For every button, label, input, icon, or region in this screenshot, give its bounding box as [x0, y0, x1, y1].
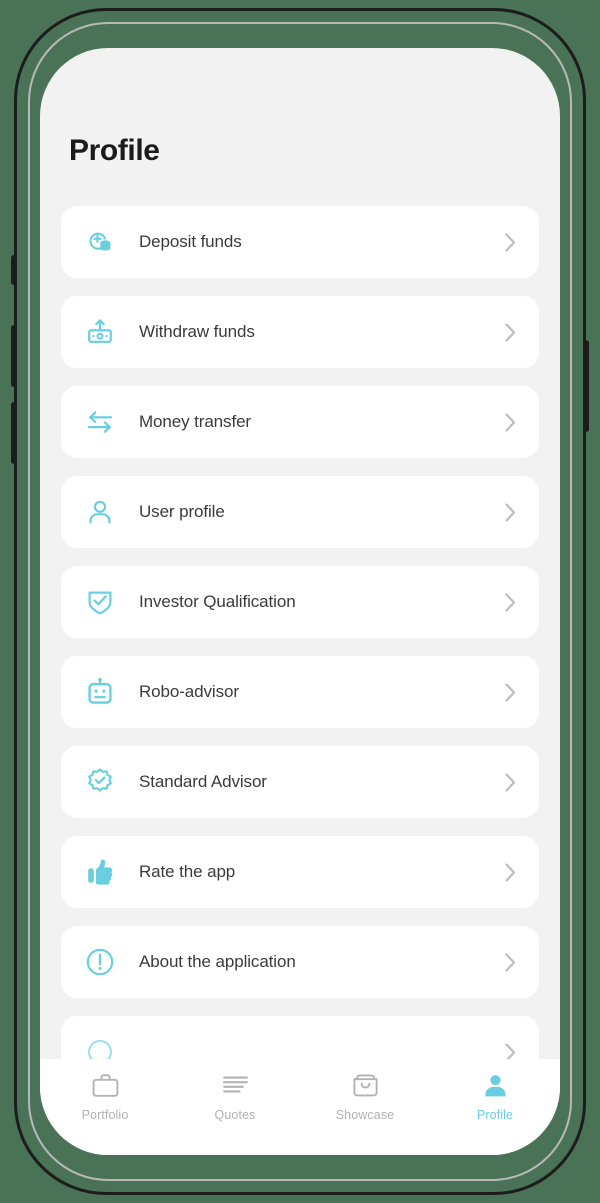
menu-item-deposit-funds[interactable]: Deposit funds: [61, 206, 539, 278]
tab-quotes[interactable]: Quotes: [170, 1071, 300, 1122]
menu-item-investor-qualification[interactable]: Investor Qualification: [61, 566, 539, 638]
menu-item-label: Deposit funds: [139, 232, 242, 251]
chevron-right-icon: [503, 231, 517, 253]
shield-check-icon: [85, 587, 115, 617]
menu-item-money-transfer[interactable]: Money transfer: [61, 386, 539, 458]
robot-icon: [85, 677, 115, 707]
chevron-right-icon: [503, 501, 517, 523]
page-title: Profile: [69, 134, 160, 167]
info-circle-icon: [85, 947, 115, 977]
volume-up-button[interactable]: [11, 325, 17, 387]
tab-label: Profile: [476, 1108, 514, 1122]
tab-showcase[interactable]: Showcase: [300, 1071, 430, 1122]
chevron-right-icon: [503, 681, 517, 703]
tab-profile[interactable]: Profile: [430, 1071, 560, 1122]
verified-badge-icon: [85, 767, 115, 797]
user-profile-icon: [85, 497, 115, 527]
menu-item-rate-the-app[interactable]: Rate the app: [61, 836, 539, 908]
profile-menu-list[interactable]: Deposit funds Withdraw funds Money trans…: [40, 206, 560, 1155]
volume-down-button[interactable]: [11, 402, 17, 464]
menu-item-label: Money transfer: [139, 412, 251, 431]
menu-item-label: About the application: [139, 952, 296, 971]
chevron-right-icon: [503, 951, 517, 973]
chevron-right-icon: [503, 591, 517, 613]
menu-item-user-profile[interactable]: User profile: [61, 476, 539, 548]
chevron-right-icon: [503, 861, 517, 883]
deposit-funds-icon: [85, 227, 115, 257]
thumbs-up-icon: [85, 857, 115, 887]
list-lines-icon: [222, 1071, 249, 1099]
power-button[interactable]: [583, 340, 589, 432]
silent-switch-button[interactable]: [11, 255, 17, 285]
chevron-right-icon: [503, 321, 517, 343]
bottom-tab-bar: Portfolio Quotes Showcase Profile: [40, 1059, 560, 1155]
tab-label: Quotes: [214, 1108, 256, 1122]
briefcase-icon: [92, 1071, 119, 1099]
tab-portfolio[interactable]: Portfolio: [40, 1071, 170, 1122]
chevron-right-icon: [503, 771, 517, 793]
menu-item-about-the-application[interactable]: About the application: [61, 926, 539, 998]
money-transfer-icon: [85, 407, 115, 437]
menu-item-label: User profile: [139, 502, 225, 521]
person-icon: [482, 1071, 509, 1099]
chevron-right-icon: [503, 411, 517, 433]
phone-screen: Profile Deposit funds Withdraw funds Mon…: [40, 48, 560, 1155]
menu-item-label: Rate the app: [139, 862, 236, 881]
shopping-bag-icon: [352, 1071, 379, 1099]
menu-item-label: Standard Advisor: [139, 772, 267, 791]
menu-item-robo-advisor[interactable]: Robo-advisor: [61, 656, 539, 728]
menu-item-withdraw-funds[interactable]: Withdraw funds: [61, 296, 539, 368]
withdraw-funds-icon: [85, 317, 115, 347]
menu-item-label: Robo-advisor: [139, 682, 239, 701]
screenshot-stage: Profile Deposit funds Withdraw funds Mon…: [0, 0, 600, 1203]
menu-item-label: Withdraw funds: [139, 322, 255, 341]
tab-label: Showcase: [335, 1108, 395, 1122]
tab-label: Portfolio: [81, 1108, 129, 1122]
menu-item-standard-advisor[interactable]: Standard Advisor: [61, 746, 539, 818]
menu-item-label: Investor Qualification: [139, 592, 296, 611]
